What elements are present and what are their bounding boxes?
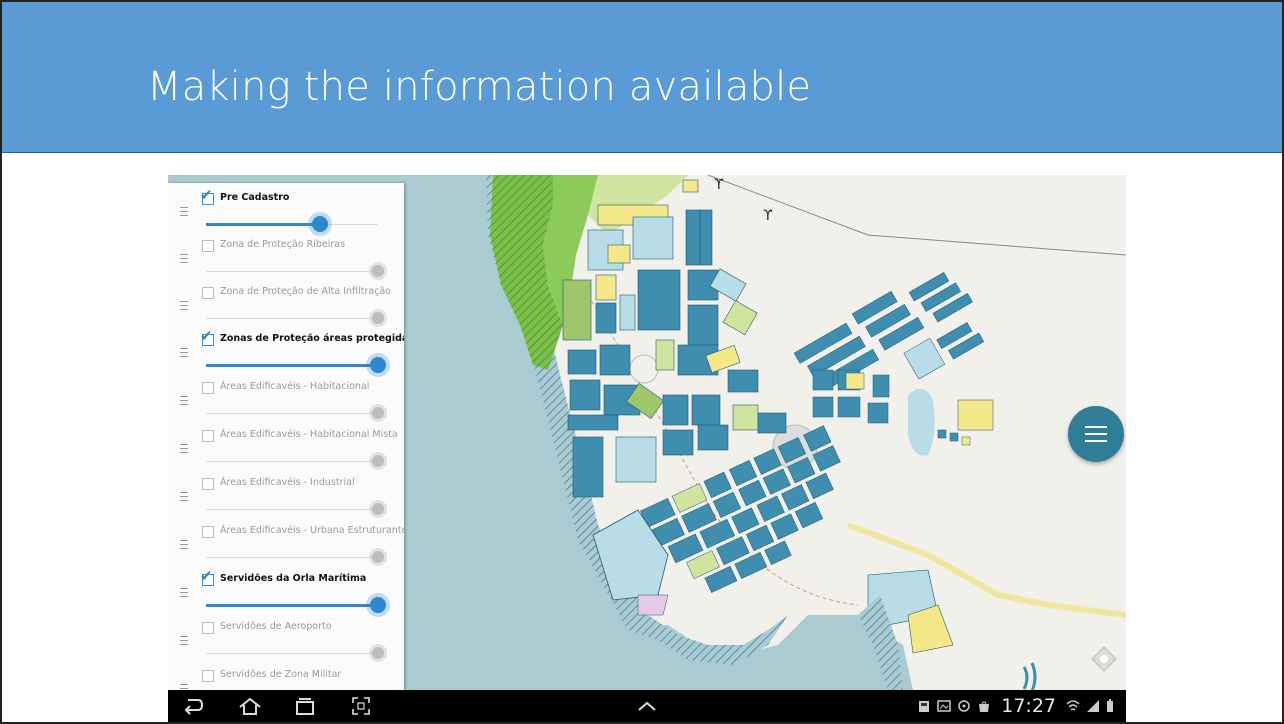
layer-item-zonas-protecao-areas-protegidas[interactable]: ✔ Zonas de Proteção áreas protegidas	[168, 328, 404, 376]
opacity-slider-knob[interactable]	[370, 357, 386, 373]
layer-item-pre-cadastro[interactable]: ✔ Pre Cadastro	[168, 187, 404, 235]
layer-item-zona-protecao-alta-infiltracao[interactable]: Zona de Proteção de Alta Infiltração	[168, 281, 404, 329]
slide-title: Making the information available	[147, 64, 812, 110]
sync-icon	[958, 700, 970, 712]
layer-label: Zona de Proteção Ribeiras	[220, 239, 346, 250]
opacity-slider-knob[interactable]	[372, 551, 384, 563]
layer-checkbox[interactable]	[202, 430, 214, 442]
drag-handle-icon[interactable]	[180, 301, 188, 310]
compass-icon[interactable]	[1090, 645, 1118, 673]
screenshot-icon	[919, 701, 930, 712]
layer-label: Zona de Proteção de Alta Infiltração	[220, 286, 391, 297]
opacity-slider-knob[interactable]	[312, 216, 328, 232]
hamburger-icon-line	[1085, 440, 1107, 442]
opacity-slider-track[interactable]	[206, 557, 378, 558]
status-bar: 17:27	[917, 694, 1114, 718]
opacity-slider-track[interactable]	[206, 318, 378, 319]
recent-apps-icon[interactable]	[294, 696, 316, 716]
layer-label: Áreas Edificavéis - Habitacional Mista	[220, 429, 398, 440]
android-nav-bar: 17:27	[168, 690, 1126, 722]
hamburger-icon	[1085, 426, 1107, 428]
title-banner: Making the information available	[2, 2, 1282, 153]
opacity-slider-track[interactable]	[206, 653, 378, 654]
opacity-slider-track[interactable]	[206, 461, 378, 462]
wifi-icon	[1066, 700, 1080, 711]
opacity-slider-knob[interactable]	[372, 407, 384, 419]
checkmark-icon: ✔	[200, 567, 213, 585]
layer-label: Servidões de Aeroporto	[220, 621, 332, 632]
bag-icon	[979, 701, 990, 712]
home-icon[interactable]	[238, 696, 262, 716]
opacity-slider-fill	[206, 604, 378, 607]
layer-item-areas-edificaveis-habitacional[interactable]: Áreas Edificavéis - Habitacional	[168, 376, 404, 424]
layer-item-servidoes-zona-militar[interactable]: Servidões de Zona Militar	[168, 664, 404, 690]
drag-handle-icon[interactable]	[180, 254, 188, 263]
menu-button[interactable]	[1068, 406, 1124, 462]
layer-checkbox[interactable]	[202, 526, 214, 538]
svg-text:ϒ: ϒ	[714, 177, 724, 193]
layer-checkbox[interactable]	[202, 622, 214, 634]
checkmark-icon: ✔	[200, 327, 213, 345]
layer-panel: ✔ Pre Cadastro Zona de Proteção Ribeiras…	[168, 183, 404, 690]
layer-item-servidoes-orla-maritima[interactable]: ✔ Servidões da Orla Marítima	[168, 568, 404, 616]
layer-checkbox[interactable]	[202, 287, 214, 299]
hamburger-icon-line	[1085, 433, 1107, 435]
layer-label: Servidões da Orla Marítima	[220, 573, 367, 584]
layer-item-areas-edificaveis-urbana-estruturante[interactable]: Áreas Edificavéis - Urbana Estruturante	[168, 520, 404, 568]
opacity-slider-track[interactable]	[206, 509, 378, 510]
opacity-slider-knob[interactable]	[372, 647, 384, 659]
battery-icon	[1107, 699, 1113, 712]
layer-label: Zonas de Proteção áreas protegidas	[220, 333, 404, 344]
drag-handle-icon[interactable]	[180, 444, 188, 453]
svg-text:ϒ: ϒ	[763, 208, 773, 224]
signal-icon	[1087, 700, 1099, 712]
opacity-slider-track[interactable]	[206, 413, 378, 414]
opacity-slider-knob[interactable]	[372, 265, 384, 277]
drag-handle-icon[interactable]	[180, 492, 188, 501]
layer-checkbox[interactable]	[202, 240, 214, 252]
drag-handle-icon[interactable]	[180, 348, 188, 357]
chevron-up-icon[interactable]	[636, 696, 658, 716]
opacity-slider-fill	[206, 223, 318, 226]
screenshot-capture-icon[interactable]	[351, 696, 371, 716]
drag-handle-icon[interactable]	[180, 540, 188, 549]
status-clock: 17:27	[1001, 695, 1056, 717]
layer-label: Servidões de Zona Militar	[220, 669, 342, 680]
layer-item-zona-protecao-ribeiras[interactable]: Zona de Proteção Ribeiras	[168, 234, 404, 282]
opacity-slider-knob[interactable]	[372, 503, 384, 515]
layer-item-areas-edificaveis-habitacional-mista[interactable]: Áreas Edificavéis - Habitacional Mista	[168, 424, 404, 472]
checkmark-icon: ✔	[200, 186, 213, 204]
opacity-slider-knob[interactable]	[372, 455, 384, 467]
layer-checkbox[interactable]	[202, 478, 214, 490]
drag-handle-icon[interactable]	[180, 636, 188, 645]
tablet-screenshot: ϒ ϒ ✔ Pre Cadastro Zona de Proteção Ribe…	[168, 175, 1126, 722]
layer-label: Áreas Edificavéis - Urbana Estruturante	[220, 525, 404, 536]
layer-checkbox[interactable]	[202, 382, 214, 394]
layer-item-servidoes-aeroporto[interactable]: Servidões de Aeroporto	[168, 616, 404, 664]
gallery-icon	[937, 700, 951, 712]
opacity-slider-knob[interactable]	[370, 597, 386, 613]
opacity-slider-fill	[206, 364, 378, 367]
layer-item-areas-edificaveis-industrial[interactable]: Áreas Edificavéis - Industrial	[168, 472, 404, 520]
layer-label: Pre Cadastro	[220, 192, 290, 203]
layer-label: Áreas Edificavéis - Industrial	[220, 477, 355, 488]
opacity-slider-track[interactable]	[206, 271, 378, 272]
drag-handle-icon[interactable]	[180, 588, 188, 597]
layer-label: Áreas Edificavéis - Habitacional	[220, 381, 370, 392]
drag-handle-icon[interactable]	[180, 207, 188, 216]
drag-handle-icon[interactable]	[180, 396, 188, 405]
opacity-slider-knob[interactable]	[372, 312, 384, 324]
layer-checkbox[interactable]	[202, 670, 214, 682]
back-icon[interactable]	[182, 696, 204, 716]
slide: Making the information available ϒ ϒ ✔ P…	[0, 0, 1284, 724]
